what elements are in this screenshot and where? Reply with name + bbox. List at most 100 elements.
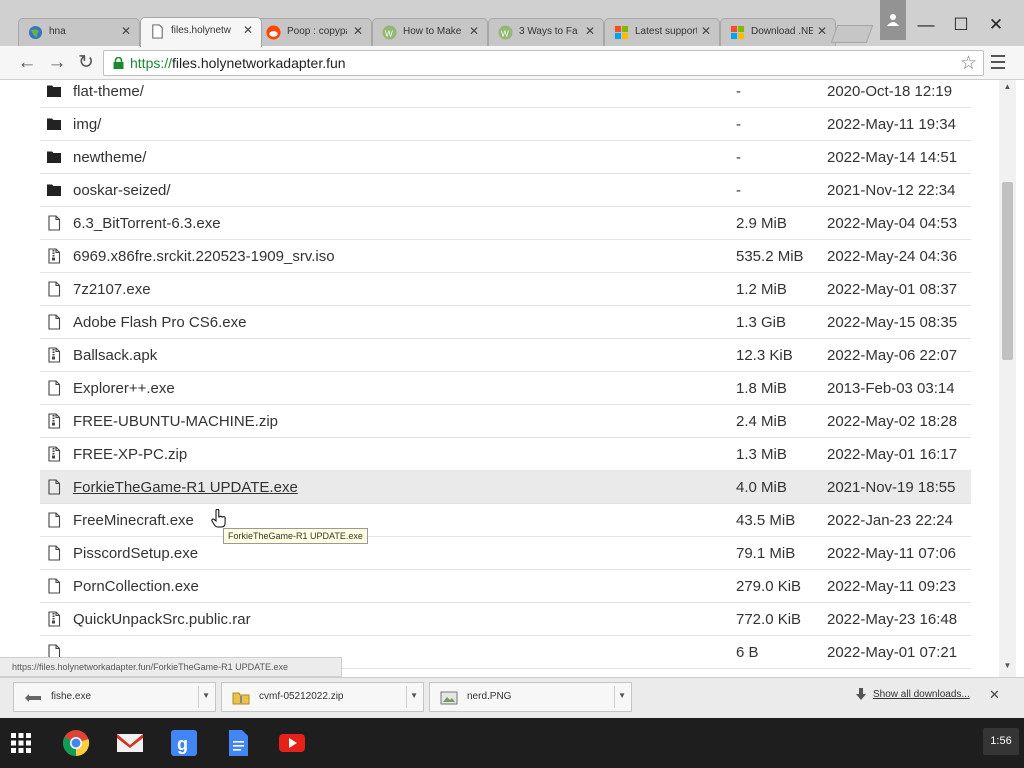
minimize-button[interactable]: — (911, 15, 941, 35)
tab-close-icon[interactable]: ✕ (701, 24, 711, 38)
file-row[interactable]: Explorer++.exe 1.8 MiB 2013-Feb-03 03:14 (40, 372, 971, 405)
file-row[interactable]: Ballsack.apk 12.3 KiB 2022-May-06 22:07 (40, 339, 971, 372)
chrome-icon[interactable] (62, 729, 90, 757)
file-link[interactable]: ForkieTheGame-R1 UPDATE.exe (73, 479, 298, 496)
close-window-button[interactable]: ✕ (981, 15, 1011, 35)
reload-button[interactable]: ↻ (73, 50, 99, 76)
tab-files[interactable]: files.holynetworkadapter.fun ✕ (140, 17, 262, 47)
chevron-down-icon[interactable]: ▼ (202, 691, 210, 700)
file-size: - (736, 149, 741, 166)
chevron-down-icon[interactable]: ▼ (410, 691, 418, 700)
tab-close-icon[interactable]: ✕ (469, 24, 479, 38)
file-link[interactable]: FREE-XP-PC.zip (73, 446, 187, 463)
tab-close-icon[interactable]: ✕ (585, 24, 595, 38)
microsoft-icon (614, 25, 629, 40)
chrome-menu-icon[interactable] (991, 55, 1005, 73)
tab-close-icon[interactable]: ✕ (121, 24, 131, 38)
file-link[interactable]: 7z2107.exe (73, 281, 151, 298)
file-row[interactable]: newtheme/ - 2022-May-14 14:51 (40, 141, 971, 174)
docs-icon[interactable] (224, 729, 252, 757)
file-size: - (736, 83, 741, 100)
download-item-fishe[interactable]: fishe.exe ▼ (13, 682, 216, 712)
youtube-icon[interactable] (278, 729, 306, 757)
file-link[interactable]: flat-theme/ (73, 83, 144, 100)
tab-reddit[interactable]: Poop : copypasta ✕ (256, 18, 372, 46)
file-date: 2022-May-01 08:37 (827, 281, 958, 298)
file-link[interactable]: img/ (73, 116, 101, 133)
image-icon (440, 691, 458, 705)
file-date: 2022-May-04 04:53 (827, 215, 958, 232)
file-link[interactable]: PisscordSetup.exe (73, 545, 198, 562)
file-link[interactable]: newtheme/ (73, 149, 146, 166)
system-clock[interactable]: 1:56 (983, 728, 1019, 755)
tab-wikihow-2[interactable]: W 3 Ways to Fa ✕ (488, 18, 604, 46)
divider (614, 686, 615, 708)
file-row[interactable]: flat-theme/ - 2020-Oct-18 12:19 (40, 80, 971, 108)
scroll-up-arrow[interactable]: ▲ (999, 82, 1016, 96)
close-shelf-icon[interactable]: ✕ (989, 687, 1000, 703)
tab-microsoft-support[interactable]: Latest support ✕ (604, 18, 720, 46)
tab-close-icon[interactable]: ✕ (243, 23, 253, 37)
download-item-nerd[interactable]: nerd.PNG ▼ (429, 682, 632, 712)
file-row[interactable]: 6969.x86fre.srckit.220523-1909_srv.iso 53… (40, 240, 971, 273)
tab-wikihow-1[interactable]: W How to Make ✕ (372, 18, 488, 46)
chevron-down-icon[interactable]: ▼ (618, 691, 626, 700)
download-item-cvmf[interactable]: cvmf-05212022.zip ▼ (221, 682, 424, 712)
address-bar[interactable]: https://files.holynetworkadapter.fun ☆ (103, 50, 984, 76)
file-date: 2013-Feb-03 03:14 (827, 380, 955, 397)
file-size: 1.2 MiB (736, 281, 787, 298)
file-row[interactable]: FreeMinecraft.exe 43.5 MiB 2022-Jan-23 22:… (40, 504, 971, 537)
tab-close-icon[interactable]: ✕ (817, 24, 827, 38)
tab-close-icon[interactable]: ✕ (353, 24, 363, 38)
gmail-icon[interactable] (116, 729, 144, 757)
show-all-downloads-link[interactable]: Show all downloads... (873, 689, 970, 700)
file-link[interactable]: Adobe Flash Pro CS6.exe (73, 314, 246, 331)
downloads-shelf: fishe.exe ▼ cvmf-05212022.zip ▼ nerd.PNG… (0, 677, 1024, 718)
file-row[interactable]: Adobe Flash Pro CS6.exe 1.3 GiB 2022-May-1… (40, 306, 971, 339)
forward-button[interactable]: → (44, 50, 70, 76)
wikihow-icon: W (382, 25, 397, 40)
file-row[interactable]: 7z2107.exe 1.2 MiB 2022-May-01 08:37 (40, 273, 971, 306)
scrollbar-thumb[interactable] (1002, 182, 1013, 360)
file-link[interactable]: Ballsack.apk (73, 347, 157, 364)
maximize-button[interactable]: ☐ (946, 15, 976, 35)
file-size: 535.2 MiB (736, 248, 804, 265)
url-scheme: https:// (130, 55, 173, 71)
back-button[interactable]: ← (14, 50, 40, 76)
tab-strip: hna ✕ files.holynetworkadapter.fun ✕ Poo… (0, 0, 1024, 47)
file-size: 79.1 MiB (736, 545, 796, 562)
file-row[interactable]: FREE-XP-PC.zip 1.3 MiB 2022-May-01 16:17 (40, 438, 971, 471)
new-tab-button[interactable] (830, 25, 874, 43)
scrollbar[interactable] (999, 80, 1016, 677)
file-row[interactable]: FREE-UBUNTU-MACHINE.zip 2.4 MiB 2022-May-0… (40, 405, 971, 438)
file-link[interactable]: 6969.x86fre.srckit.220523-1909_srv.iso (73, 248, 335, 265)
file-row[interactable]: ForkieTheGame-R1 UPDATE.exe 4.0 MiB 2021-N… (40, 471, 971, 504)
divider (406, 686, 407, 708)
file-icon (48, 578, 61, 594)
folder-icon (47, 85, 61, 97)
file-link[interactable]: QuickUnpackSrc.public.rar (73, 611, 251, 628)
file-row[interactable]: ooskar-seized/ - 2021-Nov-12 22:34 (40, 174, 971, 207)
file-row[interactable]: img/ - 2022-May-11 19:34 (40, 108, 971, 141)
file-row[interactable]: PornCollection.exe 279.0 KiB 2022-May-11 0… (40, 570, 971, 603)
app-launcher-icon[interactable] (8, 730, 34, 756)
file-link[interactable]: FREE-UBUNTU-MACHINE.zip (73, 413, 278, 430)
file-link[interactable]: ooskar-seized/ (73, 182, 171, 199)
file-size: 2.4 MiB (736, 413, 787, 430)
file-row[interactable]: 6.3_BitTorrent-6.3.exe 2.9 MiB 2022-May-04… (40, 207, 971, 240)
bookmark-star-icon[interactable]: ☆ (960, 52, 977, 75)
file-row[interactable]: QuickUnpackSrc.public.rar 772.0 KiB 2022-M… (40, 603, 971, 636)
file-row[interactable]: PisscordSetup.exe 79.1 MiB 2022-May-11 07:… (40, 537, 971, 570)
tab-microsoft-download[interactable]: Download .NET ✕ (720, 18, 836, 46)
file-link[interactable]: PornCollection.exe (73, 578, 199, 595)
scroll-down-arrow[interactable]: ▼ (999, 661, 1016, 675)
file-link[interactable]: 6.3_BitTorrent-6.3.exe (73, 215, 221, 232)
google-search-icon[interactable]: g (170, 729, 198, 757)
profile-button[interactable] (880, 0, 906, 40)
file-date: 2021-Nov-12 22:34 (827, 182, 956, 199)
file-date: 2022-May-01 16:17 (827, 446, 958, 463)
file-link[interactable]: Explorer++.exe (73, 380, 175, 397)
tab-hna[interactable]: hna ✕ (18, 18, 140, 46)
file-date: 2022-Jan-23 22:24 (827, 512, 953, 529)
file-link[interactable]: FreeMinecraft.exe (73, 512, 194, 529)
